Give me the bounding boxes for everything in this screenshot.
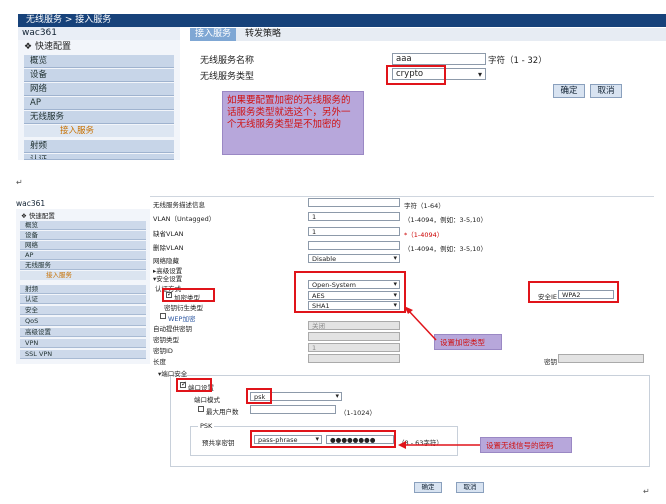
annotation-note-cipher: 设置加密类型 [434, 334, 502, 350]
annotation-note-service-type: 如果要配置加密的无线服务的话服务类型就选这个，另外一个无线服务类型是不加密的 [222, 91, 364, 155]
desc-hint: 字符（1-64） [404, 202, 445, 210]
key-input[interactable] [558, 354, 644, 363]
default-vlan-hint: *（1-4094） [404, 231, 444, 239]
confirm-button-2[interactable]: 确定 [414, 482, 442, 493]
max-users-checkbox[interactable] [198, 406, 204, 412]
sidebar2-item-network[interactable]: 网络 [20, 241, 146, 250]
highlight-cipher-group [294, 271, 406, 313]
max-users-label: 最大用户数 [206, 408, 239, 416]
paragraph-mark-icon: ↵ [643, 487, 650, 496]
diamond-icon: ❖ [24, 42, 33, 52]
cancel-button-2[interactable]: 取消 [456, 482, 484, 493]
sidebar2-item-wireless[interactable]: 无线服务 [20, 261, 146, 270]
tab-access-service[interactable]: 接入服务 [190, 28, 236, 41]
sidebar-item-auth[interactable]: 认证 [24, 154, 174, 160]
length-label: 长度 [153, 358, 166, 366]
highlight-preshared [250, 430, 396, 448]
psk-legend: PSK [198, 422, 215, 430]
security-settings-toggle[interactable]: ▾安全设置 [153, 273, 182, 283]
sidebar: wac361 ❖ 快速配置 概览 设备 网络 AP 无线服务 接入服务 射频 认… [18, 27, 180, 160]
sidebar2-item-ap[interactable]: AP [20, 251, 146, 260]
key-label: 密钥 [544, 358, 557, 366]
auto-key-label: 自动提供密钥 [153, 325, 192, 333]
sidebar-item-overview[interactable]: 概览 [24, 55, 174, 68]
service-name-input[interactable]: aaa [392, 53, 486, 65]
wep-checkbox[interactable] [160, 313, 166, 319]
default-vlan-label: 缺省VLAN [153, 230, 184, 238]
arrow-password-icon [398, 441, 480, 449]
confirm-button[interactable]: 确定 [553, 84, 585, 98]
quick-config-label: 快速配置 [34, 42, 71, 52]
chevron-down-icon: ▾ [477, 70, 482, 79]
key-type-select[interactable] [308, 332, 400, 341]
key-mode-label: 密钥衍生类型 [164, 304, 203, 312]
quick-config-link-2[interactable]: ❖ 快速配置 [21, 210, 55, 220]
arrow-cipher-icon [404, 306, 437, 341]
sidebar-item-radio[interactable]: 射频 [24, 140, 174, 153]
auto-key-select[interactable]: 关闭 [308, 321, 400, 330]
sidebar-item-ap[interactable]: AP [24, 97, 174, 110]
quick-config-label-2: 快速配置 [28, 212, 55, 220]
key-id-label: 密钥ID [153, 347, 173, 355]
delete-vlan-label: 删除VLAN [153, 244, 184, 252]
port-mode-label: 端口模式 [194, 396, 220, 404]
key-type-label: 密钥类型 [153, 336, 179, 344]
net-hide-label: 网络隐藏 [153, 257, 179, 265]
highlight-security-ie [528, 281, 619, 303]
sidebar-2: ❖ 快速配置 概览 设备 网络 AP 无线服务 接入服务 射频 认证 安全 Qo… [16, 209, 150, 364]
sidebar2-item-qos[interactable]: QoS [20, 317, 146, 326]
sidebar-item-device[interactable]: 设备 [24, 69, 174, 82]
sidebar-subitem-access-service[interactable]: 接入服务 [24, 125, 174, 137]
breadcrumb: 无线服务 > 接入服务 [18, 14, 666, 27]
highlight-service-type [386, 65, 446, 85]
device-name: wac361 [18, 27, 180, 40]
wep-label: WEP加密 [168, 315, 196, 323]
service-name-label: 无线服务名称 [200, 56, 255, 66]
tab-bar: 接入服务 转发策略 [190, 28, 666, 41]
length-select[interactable] [308, 354, 400, 363]
port-security-toggle[interactable]: ▾端口安全 [158, 368, 187, 378]
vlan-untagged-hint: （1-4094，例如：3-5,10） [404, 216, 487, 224]
key-id-select[interactable]: 1 [308, 343, 400, 352]
cancel-button[interactable]: 取消 [590, 84, 622, 98]
sidebar2-item-vpn[interactable]: VPN [20, 339, 146, 348]
sidebar2-item-security[interactable]: 安全 [20, 306, 146, 315]
sidebar2-item-advanced[interactable]: 高级设置 [20, 328, 146, 337]
highlight-port-set [176, 378, 212, 392]
tab-forwarding-policy[interactable]: 转发策略 [238, 28, 288, 41]
sidebar2-item-device[interactable]: 设备 [20, 231, 146, 240]
delete-vlan-input[interactable] [308, 241, 400, 250]
highlight-cipher-checkbox [162, 288, 215, 302]
sidebar2-item-auth[interactable]: 认证 [20, 295, 146, 304]
annotation-note-password: 设置无线信号的密码 [480, 437, 572, 453]
desc-input[interactable] [308, 198, 400, 207]
paragraph-mark-icon: ↵ [16, 178, 23, 187]
net-hide-select[interactable]: Disable [308, 254, 400, 263]
highlight-port-mode [246, 388, 272, 404]
delete-vlan-hint: （1-4094，例如：3-5,10） [404, 245, 487, 253]
sidebar-item-network[interactable]: 网络 [24, 83, 174, 96]
vlan-untagged-label: VLAN（Untagged） [153, 215, 216, 223]
quick-config-link[interactable]: ❖ 快速配置 [24, 41, 174, 54]
diamond-icon: ❖ [21, 212, 27, 220]
device-name-2: wac361 [16, 199, 46, 208]
sidebar2-item-ssl-vpn[interactable]: SSL VPN [20, 350, 146, 359]
desc-label: 无线服务描述信息 [153, 201, 205, 209]
sidebar2-item-overview[interactable]: 概览 [20, 221, 146, 230]
preshared-label: 预共享密钥 [202, 439, 235, 447]
max-users-hint: （1-1024） [340, 409, 377, 417]
service-type-label: 无线服务类型 [200, 72, 255, 82]
vlan-untagged-input[interactable]: 1 [308, 212, 400, 221]
max-users-input[interactable] [250, 405, 336, 414]
sidebar2-subitem-access-service[interactable]: 接入服务 [20, 271, 146, 280]
service-name-hint: 字符（1 - 32） [488, 56, 547, 66]
sidebar2-item-radio[interactable]: 射频 [20, 285, 146, 294]
sidebar-item-wireless[interactable]: 无线服务 [24, 111, 174, 124]
divider [150, 196, 654, 197]
default-vlan-input[interactable]: 1 [308, 227, 400, 236]
